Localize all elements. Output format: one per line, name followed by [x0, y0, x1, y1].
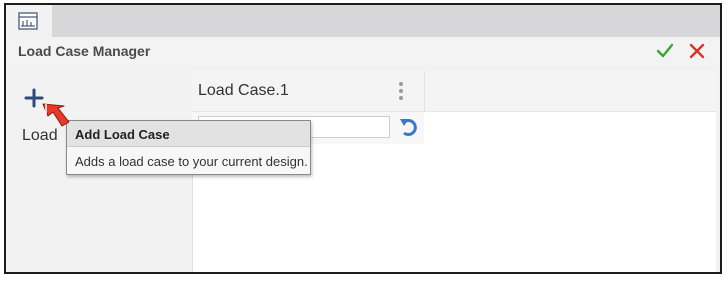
- document-tab-strip: [6, 5, 720, 37]
- load-case-column-header: Load Case.1: [192, 71, 424, 112]
- close-icon[interactable]: [688, 42, 706, 60]
- empty-column-header: [424, 71, 716, 112]
- hand-pointer-icon: [42, 103, 70, 127]
- tooltip-title: Add Load Case: [75, 127, 170, 142]
- undo-icon[interactable]: [398, 116, 420, 138]
- checkmark-icon[interactable]: [656, 42, 674, 60]
- tooltip-description: Adds a load case to your current design.: [75, 154, 308, 169]
- document-icon: [18, 12, 38, 30]
- kebab-icon[interactable]: [398, 80, 404, 102]
- document-tab[interactable]: [6, 5, 52, 37]
- dialog-title: Load Case Manager: [18, 43, 151, 59]
- add-load-case-tooltip: Add Load Case Adds a load case to your c…: [66, 120, 311, 175]
- load-case-manager-window: Load Case Manager Load Load Case.1 Add L…: [4, 3, 722, 274]
- dialog-titlebar: Load Case Manager: [6, 37, 720, 65]
- load-case-header-label: Load Case.1: [198, 82, 289, 99]
